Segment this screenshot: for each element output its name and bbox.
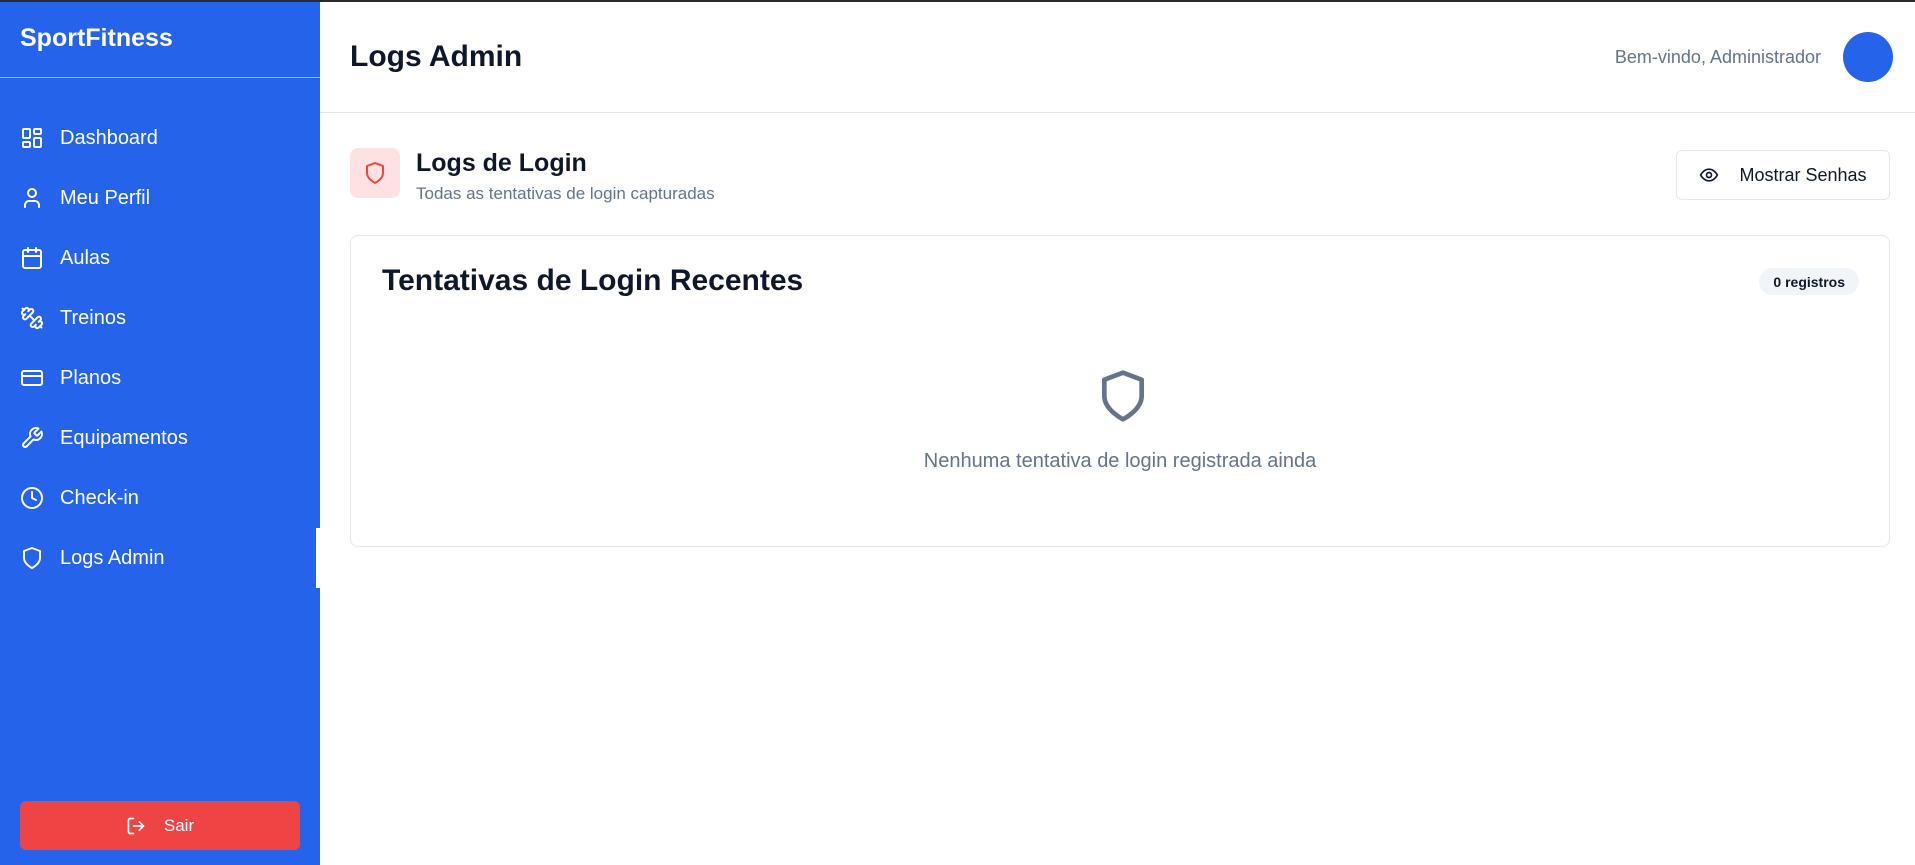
sidebar-item-meu-perfil[interactable]: Meu Perfil — [0, 168, 320, 228]
logout-button[interactable]: Sair — [20, 801, 300, 850]
card-title: Tentativas de Login Recentes — [382, 264, 804, 297]
sidebar-item-label: Planos — [60, 366, 122, 389]
avatar[interactable] — [1843, 32, 1893, 82]
sidebar: SportFitness Dashboard Meu Perfil Aulas … — [0, 2, 320, 865]
clock-icon — [20, 486, 44, 510]
calendar-icon — [20, 246, 44, 270]
header-user-area: Bem-vindo, Administrador — [1615, 32, 1893, 82]
wrench-icon — [20, 426, 44, 450]
log-out-icon — [126, 816, 146, 836]
sidebar-item-dashboard[interactable]: Dashboard — [0, 108, 320, 168]
user-icon — [20, 186, 44, 210]
page-title: Logs Admin — [350, 40, 523, 73]
sidebar-item-label: Logs Admin — [60, 546, 165, 569]
welcome-text: Bem-vindo, Administrador — [1614, 46, 1821, 67]
sidebar-item-label: Treinos — [60, 306, 126, 329]
section-subtitle: Todas as tentativas de login capturadas — [416, 184, 715, 203]
sidebar-item-label: Check-in — [60, 486, 139, 509]
records-count-badge: 0 registros — [1759, 268, 1859, 295]
credit-card-icon — [20, 366, 44, 390]
empty-state-text: Nenhuma tentativa de login registrada ai… — [923, 450, 1317, 472]
sidebar-item-aulas[interactable]: Aulas — [0, 228, 320, 288]
section-header: Logs de Login Todas as tentativas de log… — [350, 148, 715, 204]
section-title: Logs de Login — [416, 149, 587, 177]
sidebar-item-label: Meu Perfil — [60, 186, 151, 209]
shield-icon — [20, 546, 44, 570]
sidebar-item-treinos[interactable]: Treinos — [0, 288, 320, 348]
logout-label: Sair — [163, 815, 195, 835]
sidebar-item-label: Equipamentos — [60, 426, 188, 449]
sidebar-item-logs-admin[interactable]: Logs Admin — [0, 528, 320, 588]
eye-icon — [1699, 165, 1719, 185]
dumbbell-icon — [20, 306, 44, 330]
show-passwords-button[interactable]: Mostrar Senhas — [1676, 150, 1890, 200]
sidebar-item-planos[interactable]: Planos — [0, 348, 320, 408]
login-attempts-card: Tentativas de Login Recentes 0 registros… — [350, 235, 1890, 547]
sidebar-item-label: Dashboard — [60, 126, 158, 149]
section-text: Logs de Login Todas as tentativas de log… — [416, 148, 715, 204]
empty-state-shield-icon — [1095, 366, 1151, 426]
layout-dashboard-icon — [20, 126, 44, 150]
shield-icon — [366, 162, 384, 184]
show-passwords-label: Mostrar Senhas — [1739, 164, 1867, 185]
sidebar-nav: Dashboard Meu Perfil Aulas Treinos Plano… — [0, 78, 320, 588]
top-header: Logs Admin Bem-vindo, Administrador — [320, 2, 1915, 113]
sidebar-item-check-in[interactable]: Check-in — [0, 468, 320, 528]
brand-logo[interactable]: SportFitness — [0, 2, 320, 78]
sidebar-item-equipamentos[interactable]: Equipamentos — [0, 408, 320, 468]
shield-icon-box — [350, 148, 400, 198]
sidebar-item-label: Aulas — [60, 246, 111, 269]
